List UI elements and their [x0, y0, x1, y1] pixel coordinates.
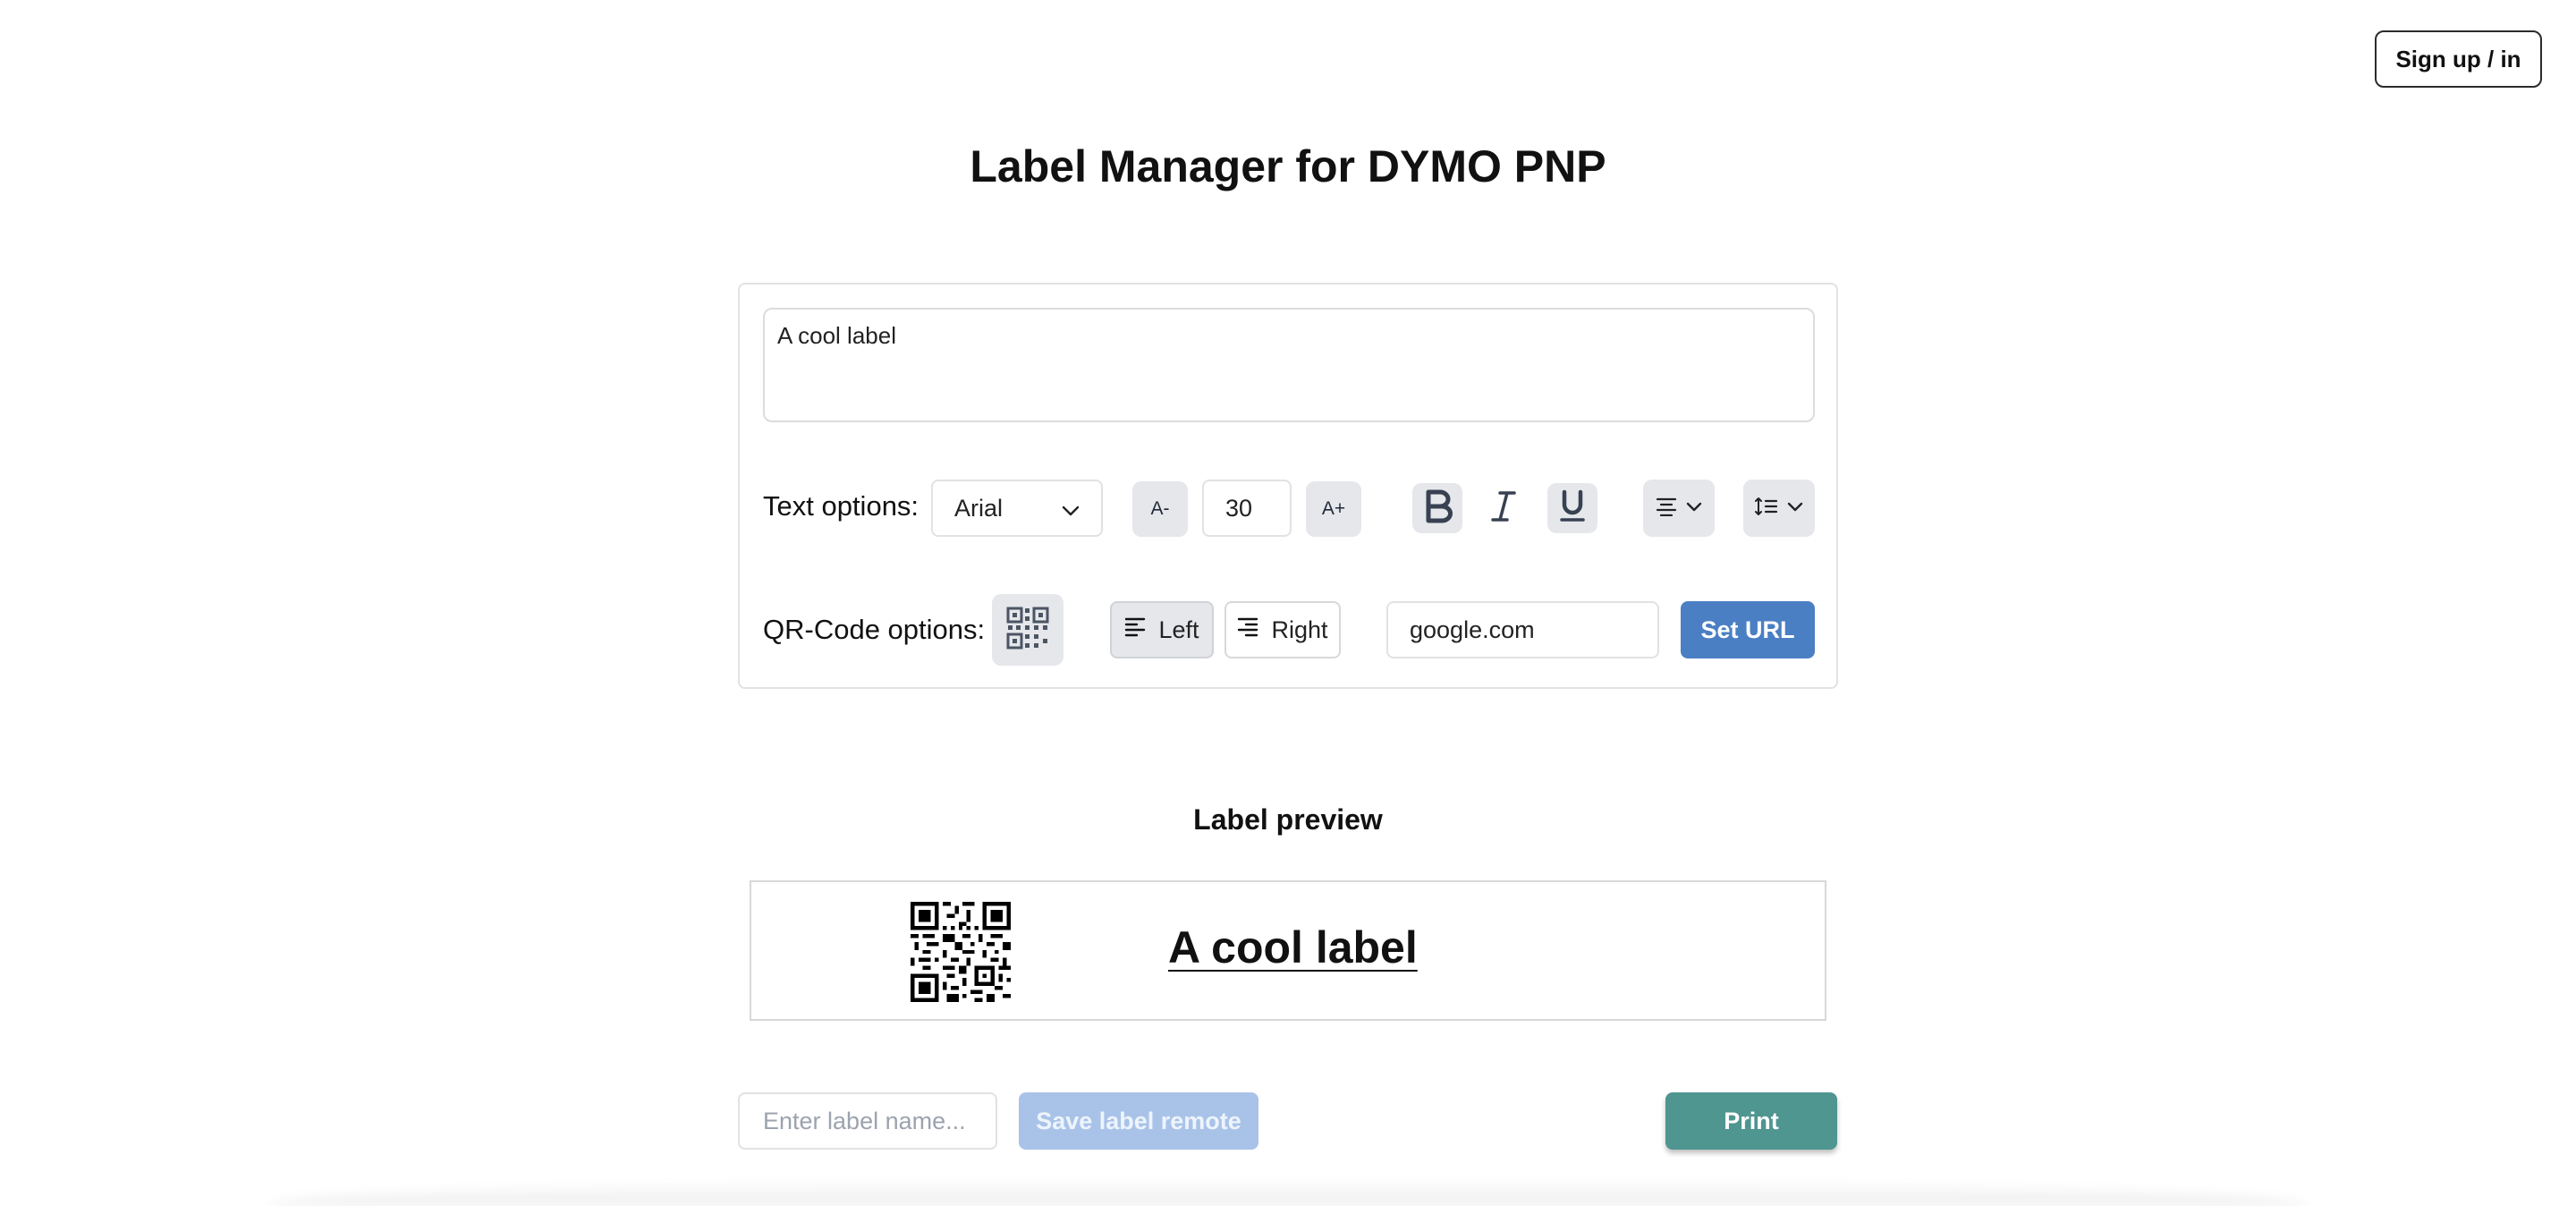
bottom-shadow: [268, 1179, 2308, 1206]
bold-icon: [1421, 488, 1453, 529]
text-options-label: Text options:: [763, 490, 919, 522]
qr-left-label: Left: [1158, 616, 1199, 643]
label-text-input[interactable]: A cool label: [763, 308, 1815, 422]
underline-button[interactable]: [1547, 483, 1597, 533]
align-right-icon: [1237, 616, 1258, 644]
label-name-input[interactable]: [738, 1092, 997, 1150]
page-title: Label Manager for DYMO PNP: [970, 141, 1606, 191]
qr-right-button[interactable]: Right: [1224, 601, 1341, 658]
label-preview: A cool label: [750, 880, 1826, 1021]
qr-url-input[interactable]: [1386, 601, 1659, 658]
line-spacing-dropdown[interactable]: [1743, 480, 1815, 537]
align-center-icon: [1656, 497, 1677, 521]
line-spacing-icon: [1755, 497, 1778, 521]
save-label-remote-button[interactable]: Save label remote: [1019, 1092, 1258, 1150]
bold-button[interactable]: [1412, 483, 1462, 533]
underline-icon: [1556, 488, 1589, 529]
set-url-button[interactable]: Set URL: [1681, 601, 1815, 658]
sign-in-button[interactable]: Sign up / in: [2375, 30, 2542, 88]
qr-options-label: QR-Code options:: [763, 614, 986, 645]
font-select[interactable]: Arial: [931, 480, 1103, 537]
italic-button[interactable]: [1479, 483, 1529, 533]
label-editor-panel: A cool label Text options: Arial A- 30 A…: [738, 283, 1838, 689]
qr-toggle-button[interactable]: [992, 594, 1063, 666]
qr-code-icon: [1005, 606, 1050, 655]
text-align-dropdown[interactable]: [1643, 480, 1715, 537]
chevron-down-icon: [1686, 500, 1702, 516]
print-button[interactable]: Print: [1665, 1092, 1837, 1150]
italic-icon: [1487, 488, 1520, 529]
increase-font-size-button[interactable]: A+: [1306, 481, 1361, 537]
font-select-value: Arial: [954, 494, 1004, 522]
preview-title: Label preview: [1193, 803, 1383, 836]
decrease-font-size-button[interactable]: A-: [1132, 481, 1188, 537]
chevron-down-icon: [1787, 500, 1803, 516]
font-size-input[interactable]: 30: [1202, 480, 1292, 537]
chevron-down-icon: [1062, 495, 1080, 522]
qr-right-label: Right: [1271, 616, 1328, 643]
preview-label-text: A cool label: [1168, 922, 1418, 972]
align-left-icon: [1124, 616, 1146, 644]
qr-code-image: [911, 902, 1011, 1002]
qr-left-button[interactable]: Left: [1110, 601, 1214, 658]
